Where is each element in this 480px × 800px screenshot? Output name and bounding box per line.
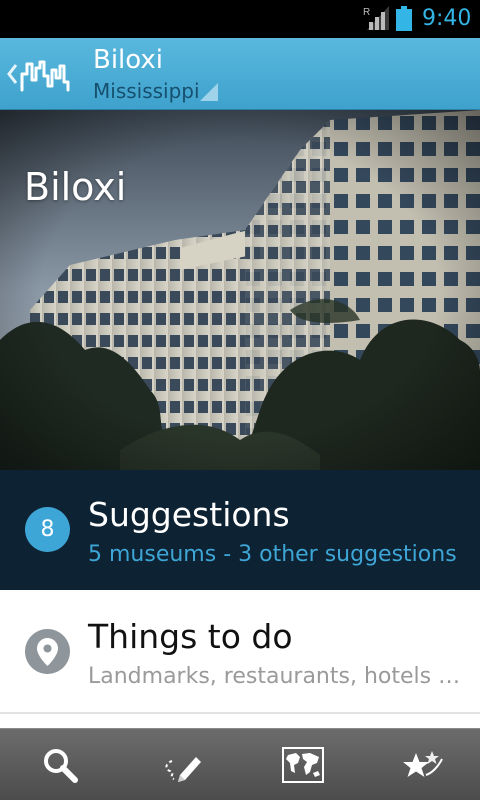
- search-icon: [44, 749, 78, 783]
- city-title: Biloxi: [93, 45, 164, 75]
- suggestions-count-badge: 8: [25, 507, 70, 552]
- hero-image: Biloxi: [0, 110, 480, 470]
- things-to-do-subtitle: Landmarks, restaurants, hotels …: [88, 664, 461, 689]
- map-button[interactable]: [240, 729, 360, 800]
- itinerary-button[interactable]: [120, 729, 240, 800]
- spinner-arrow-icon: [200, 83, 218, 101]
- action-bar: Biloxi Mississippi: [0, 38, 480, 110]
- svg-text:R: R: [363, 7, 370, 18]
- suggestions-subtitle: 5 museums - 3 other suggestions: [88, 542, 457, 567]
- region-label: Mississippi: [93, 79, 200, 103]
- itinerary-pencil-icon: [165, 757, 201, 782]
- favorites-button[interactable]: [360, 729, 480, 800]
- region-spinner[interactable]: Mississippi: [93, 78, 218, 104]
- battery-icon: [396, 6, 412, 31]
- map-pin-icon: [25, 629, 70, 674]
- signal-icon: R: [363, 6, 389, 30]
- hero-title: Biloxi: [24, 165, 127, 209]
- status-bar: R 9:40: [0, 0, 480, 38]
- things-to-do-title: Things to do: [88, 617, 293, 656]
- search-button[interactable]: [0, 729, 120, 800]
- favorites-stars-icon: [403, 751, 443, 777]
- next-list-item-peek: [0, 714, 480, 728]
- suggestions-title: Suggestions: [88, 495, 290, 534]
- up-chevron-icon[interactable]: [6, 62, 18, 86]
- world-map-icon: [282, 747, 324, 783]
- status-time: 9:40: [422, 6, 472, 31]
- bottom-navigation-bar: [0, 728, 480, 800]
- skyline-logo-icon[interactable]: [20, 56, 70, 92]
